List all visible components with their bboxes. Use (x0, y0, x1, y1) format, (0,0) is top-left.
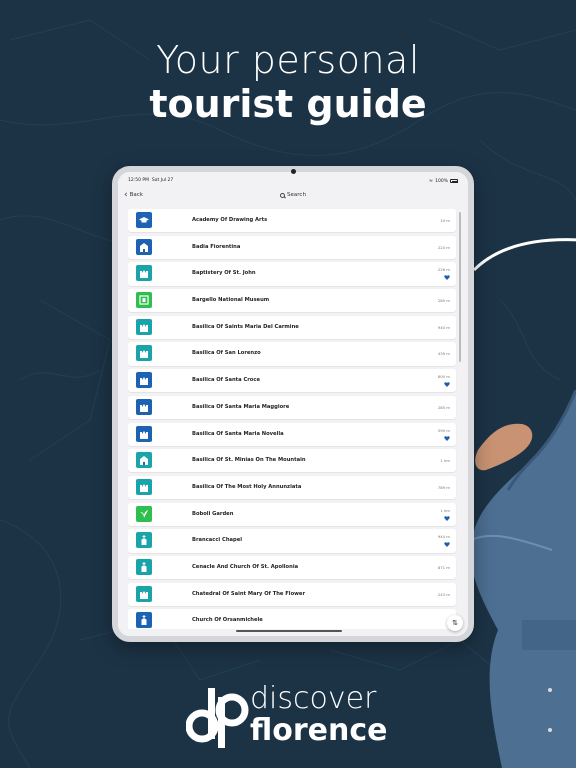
place-distance: 243 m (437, 591, 450, 597)
heart-icon[interactable] (444, 382, 450, 388)
cathedral-icon (136, 585, 152, 602)
place-name: Academy Of Drawing Arts (192, 217, 268, 223)
place-row[interactable]: Basilica Of Santa Croce 600 m (128, 369, 456, 393)
nav-bar: ‹ Back Search (118, 186, 468, 206)
chapel-icon (136, 532, 152, 549)
cathedral-icon (136, 345, 152, 362)
place-row[interactable]: Boboli Garden 1 km (128, 502, 456, 526)
church-icon (136, 238, 152, 255)
place-name: Bargello National Museum (192, 297, 270, 304)
place-distance: 1 km (440, 458, 450, 464)
place-distance: 590 m (437, 427, 450, 433)
places-list: Academy Of Drawing Arts 10 m Badia Fiorent… (128, 209, 458, 629)
place-row[interactable]: Cenacle And Church Of St. Apollonia 871 m (128, 555, 456, 580)
place-row[interactable]: Basilica Of Santa Maria Maggiore 285 m (128, 395, 456, 420)
scrollbar[interactable] (459, 212, 461, 362)
place-distance: 224 m (437, 244, 450, 250)
heart-icon[interactable] (444, 435, 450, 441)
place-name: Church Of Orsanmichele (192, 617, 263, 624)
home-indicator (236, 630, 342, 632)
place-distance: 940 m (437, 324, 450, 330)
place-row[interactable]: Basilica Of Saints Maria Del Carmine 940 … (128, 315, 456, 340)
heart-icon[interactable] (444, 515, 450, 521)
place-row[interactable]: Badia Fiorentina 224 m (128, 235, 456, 259)
place-row[interactable]: Academy Of Drawing Arts 10 m (128, 209, 456, 233)
place-distance: 789 m (437, 484, 450, 490)
wifi-icon: ≈ (428, 178, 434, 184)
place-name: Basilica Of Santa Maria Maggiore (192, 403, 290, 410)
place-name: Basilica Of St. Minias On The Mountain (192, 457, 306, 464)
garden-icon (136, 505, 152, 522)
status-date: Sat Jul 27 (151, 178, 174, 183)
cathedral-icon (136, 318, 152, 335)
place-name: Baptistery Of St. John (192, 270, 256, 277)
place-row[interactable]: Baptistery Of St. John 226 m (128, 262, 456, 286)
tablet-frame: 12:50 PM Sat Jul 27 ≈ 100% ‹ Back Search… (112, 166, 474, 642)
place-distance: 10 m (440, 218, 450, 223)
place-name: Cenacle And Church Of St. Apollonia (192, 563, 299, 570)
app-screen: 12:50 PM Sat Jul 27 ≈ 100% ‹ Back Search… (118, 172, 468, 636)
heart-icon[interactable] (444, 542, 450, 548)
place-row[interactable]: Basilica Of The Most Holy Annunziata 789 … (128, 475, 456, 500)
museum-icon (136, 292, 152, 309)
place-row[interactable]: Basilica Of San Lorenzo 439 m (128, 342, 456, 366)
place-row[interactable]: Chatedral Of Saint Mary Of The Flower 243… (128, 582, 456, 606)
status-time: 12:50 PM (128, 178, 149, 183)
brand-word-florence: florence (250, 713, 388, 748)
place-name: Basilica Of Santa Maria Novella (192, 430, 284, 437)
place-name: Basilica Of Saints Maria Del Carmine (192, 323, 299, 330)
place-name: Basilica Of Santa Croce (192, 377, 260, 384)
brand-word-discover: discover (250, 681, 377, 716)
battery-label: 100% (435, 178, 448, 184)
place-distance: 871 m (437, 564, 450, 570)
cathedral-icon (136, 265, 152, 282)
place-name: Basilica Of The Most Holy Annunziata (192, 483, 302, 490)
place-distance: 226 m (437, 267, 450, 273)
sort-icon: ⇅ (452, 619, 458, 627)
place-distance: 285 m (437, 404, 450, 410)
person-image (470, 390, 576, 768)
chapel-icon (136, 612, 152, 629)
cathedral-icon (136, 372, 152, 389)
search-icon (280, 192, 286, 198)
battery-icon (450, 179, 458, 183)
place-row[interactable]: Church Of Orsanmichele (128, 609, 456, 629)
graduation-cap-icon (136, 212, 152, 228)
place-name: Chatedral Of Saint Mary Of The Flower (192, 590, 306, 597)
headline-bold: tourist guide (149, 82, 427, 126)
church-icon (136, 452, 152, 469)
place-row[interactable]: Basilica Of Santa Maria Novella 590 m (128, 422, 456, 446)
cathedral-icon (136, 478, 152, 495)
chapel-icon (136, 558, 152, 575)
search-label: Search (287, 192, 306, 198)
cathedral-icon (136, 425, 152, 442)
place-name: Basilica Of San Lorenzo (192, 350, 261, 357)
cathedral-icon (136, 398, 152, 415)
search-button[interactable]: Search (280, 192, 306, 198)
place-distance: 1 km (440, 507, 450, 513)
tablet-camera (291, 169, 296, 174)
discover-florence-logo-mark (186, 688, 249, 748)
headline-light: Your personal (156, 38, 420, 82)
heart-icon[interactable] (444, 275, 450, 281)
place-row[interactable]: Bargello National Museum 280 m (128, 289, 456, 313)
place-row[interactable]: Brancacci Chapel 944 m (128, 529, 456, 553)
place-name: Brancacci Chapel (192, 537, 243, 544)
decorative-arc (472, 238, 576, 272)
place-name: Badia Fiorentina (192, 243, 241, 250)
place-name: Boboli Garden (192, 510, 234, 517)
place-distance: 280 m (437, 298, 450, 304)
place-distance: 944 m (437, 534, 450, 540)
place-distance: 439 m (437, 351, 450, 357)
sort-button[interactable]: ⇅ (447, 615, 463, 631)
status-bar: 12:50 PM Sat Jul 27 ≈ 100% (118, 172, 468, 186)
place-row[interactable]: Basilica Of St. Minias On The Mountain 1 … (128, 449, 456, 473)
place-distance: 600 m (437, 374, 450, 380)
